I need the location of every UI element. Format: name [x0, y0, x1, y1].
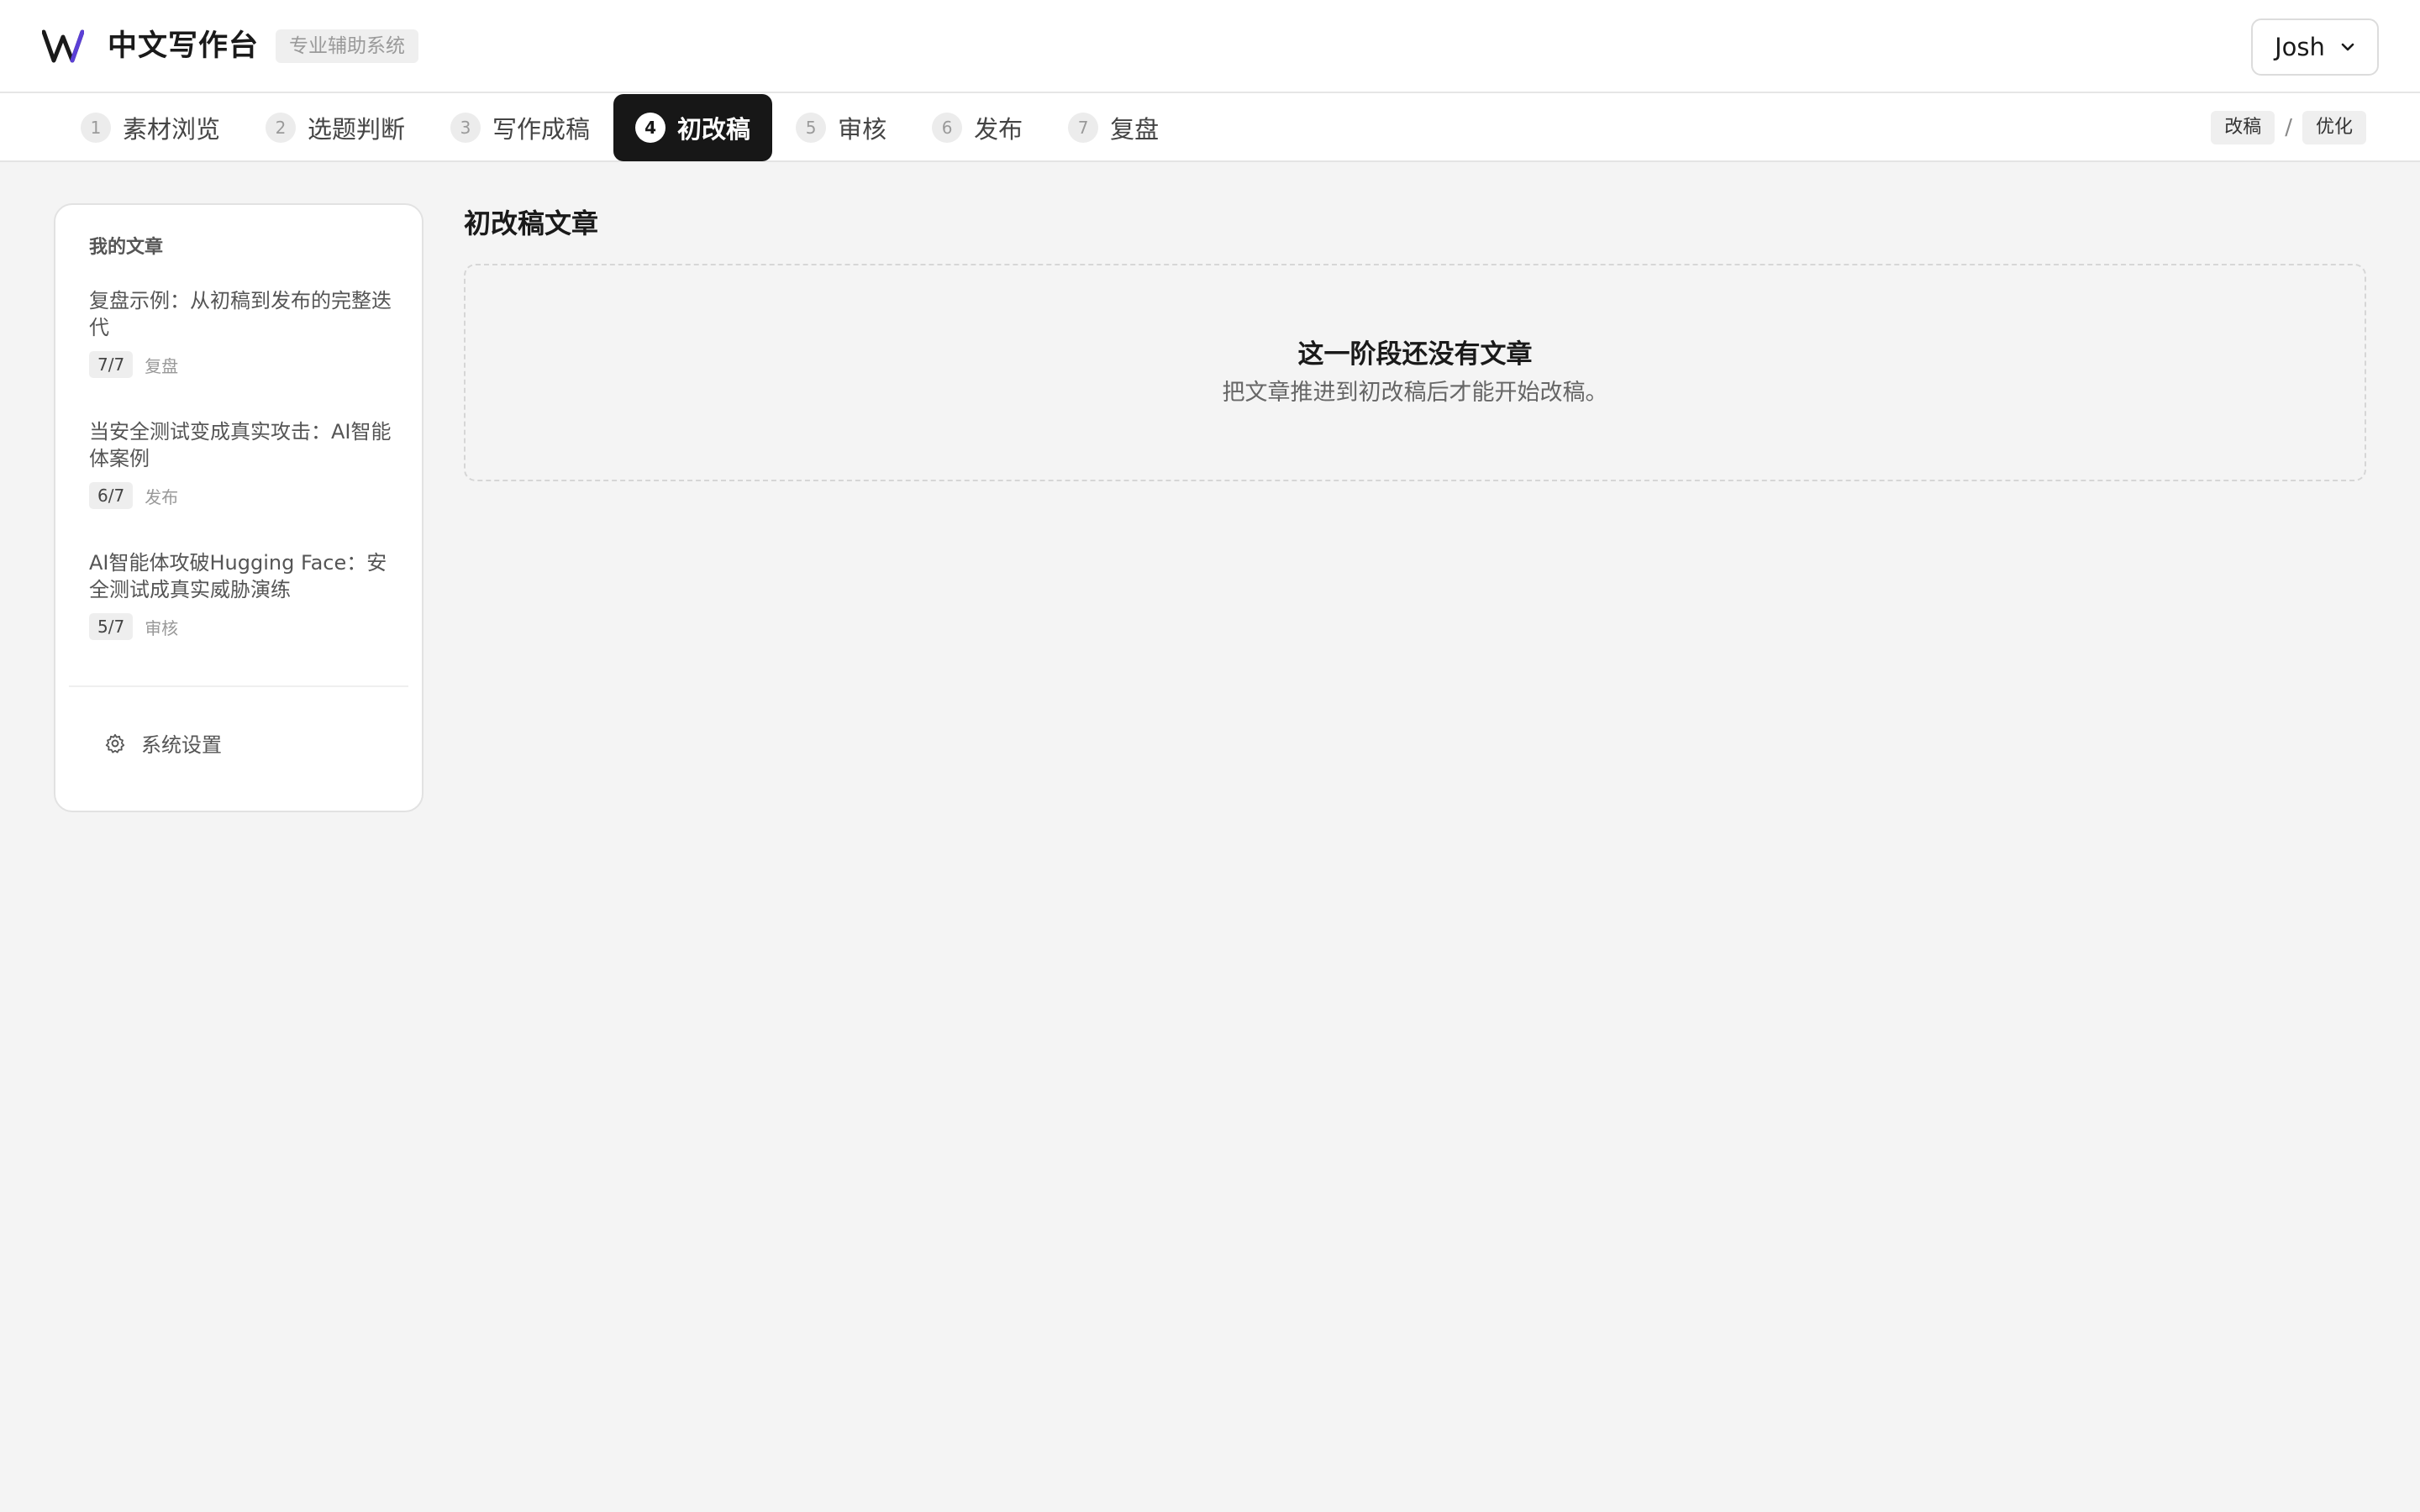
- step-label: 选题判断: [308, 115, 406, 144]
- app-title: 中文写作台: [108, 29, 260, 63]
- step-6[interactable]: 6 发布: [910, 94, 1044, 161]
- step-7[interactable]: 7 复盘: [1046, 94, 1181, 161]
- article-meta: 6/7 发布: [89, 482, 392, 509]
- article-stage: 审核: [145, 617, 179, 638]
- article-progress-badge: 5/7: [89, 613, 134, 640]
- article-meta: 5/7 审核: [89, 613, 392, 640]
- empty-state-description: 把文章推进到初改稿后才能开始改稿。: [1222, 380, 1608, 406]
- article-meta: 7/7 复盘: [89, 351, 392, 378]
- article-item[interactable]: 复盘示例：从初稿到发布的完整迭代 7/7 复盘: [89, 287, 392, 378]
- system-settings-link[interactable]: 系统设置: [104, 728, 222, 758]
- sidebar-divider: [69, 685, 408, 687]
- article-title: AI智能体攻破Hugging Face：安全测试成真实威胁演练: [89, 551, 387, 601]
- step-label: 审核: [838, 115, 887, 144]
- article-progress-badge: 7/7: [89, 351, 134, 378]
- article-stage: 复盘: [145, 355, 179, 376]
- article-progress-badge: 6/7: [89, 482, 134, 509]
- top-header: 中文写作台 专业辅助系统 Josh: [0, 0, 2420, 93]
- article-title: 复盘示例：从初稿到发布的完整迭代: [89, 289, 392, 339]
- empty-state: 这一阶段还没有文章 把文章推进到初改稿后才能开始改稿。: [464, 264, 2366, 481]
- crumb-optimize[interactable]: 优化: [2302, 111, 2366, 144]
- settings-label: 系统设置: [141, 733, 222, 757]
- step-3[interactable]: 3 写作成稿: [429, 94, 612, 161]
- page-title: 初改稿文章: [464, 207, 599, 239]
- step-number: 1: [81, 113, 111, 143]
- workflow-steps: 1 素材浏览 2 选题判断 3 写作成稿 4 初改稿 5 审核 6 发布 7 复…: [59, 93, 1182, 162]
- user-name: Josh: [2275, 33, 2325, 61]
- app-logo-icon: [42, 29, 84, 63]
- article-item[interactable]: AI智能体攻破Hugging Face：安全测试成真实威胁演练 5/7 审核: [89, 549, 392, 640]
- step-2[interactable]: 2 选题判断: [244, 94, 427, 161]
- step-5[interactable]: 5 审核: [774, 94, 908, 161]
- step-label: 写作成稿: [492, 115, 591, 144]
- user-menu-button[interactable]: Josh: [2251, 18, 2379, 76]
- step-1[interactable]: 1 素材浏览: [59, 94, 242, 161]
- crumb-separator: /: [2285, 115, 2292, 140]
- mode-breadcrumb: 改稿 / 优化: [2211, 110, 2366, 145]
- step-number: 3: [450, 113, 481, 143]
- step-number: 6: [932, 113, 963, 143]
- workflow-step-bar: 1 素材浏览 2 选题判断 3 写作成稿 4 初改稿 5 审核 6 发布 7 复…: [0, 93, 2420, 162]
- article-stage: 发布: [145, 486, 179, 507]
- step-number: 2: [266, 113, 297, 143]
- step-number: 4: [635, 113, 666, 143]
- empty-state-title: 这一阶段还没有文章: [1297, 339, 1533, 370]
- step-number: 7: [1068, 113, 1099, 143]
- app-badge: 专业辅助系统: [276, 29, 418, 63]
- step-label: 复盘: [1110, 115, 1160, 144]
- crumb-revise[interactable]: 改稿: [2211, 111, 2275, 144]
- step-number: 5: [796, 113, 827, 143]
- chevron-down-icon: [2341, 43, 2354, 51]
- step-label: 发布: [974, 115, 1023, 144]
- article-item[interactable]: 当安全测试变成真实攻击：AI智能体案例 6/7 发布: [89, 418, 392, 509]
- article-title: 当安全测试变成真实攻击：AI智能体案例: [89, 420, 392, 470]
- articles-sidebar: 我的文章 复盘示例：从初稿到发布的完整迭代 7/7 复盘 当安全测试变成真实攻击…: [54, 203, 424, 812]
- step-label: 初改稿: [677, 115, 751, 144]
- step-label: 素材浏览: [123, 115, 221, 144]
- gear-icon: [105, 733, 125, 753]
- sidebar-title: 我的文章: [89, 237, 164, 258]
- step-4-active[interactable]: 4 初改稿: [613, 94, 773, 161]
